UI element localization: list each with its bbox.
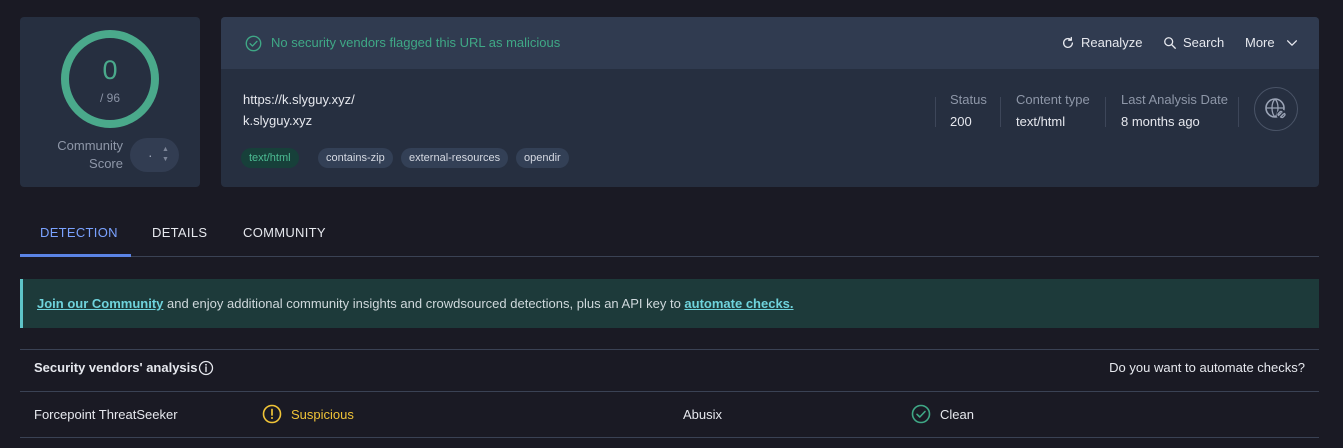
automate-checks-prompt[interactable]: Do you want to automate checks?: [1109, 360, 1305, 375]
stepper-up-icon[interactable]: ▲: [162, 146, 169, 153]
join-community-link[interactable]: Join our Community: [37, 296, 163, 311]
check-circle-icon: [911, 404, 931, 424]
vendors-divider: [20, 349, 1319, 350]
vendors-section-title: Security vendors' analysis: [34, 360, 198, 375]
more-dropdown[interactable]: More: [1245, 35, 1299, 50]
vendors-divider: [20, 437, 1319, 438]
tag-chip[interactable]: opendir: [516, 148, 569, 168]
analyzed-url: https://k.slyguy.xyz/: [243, 92, 355, 107]
search-button[interactable]: Search: [1163, 35, 1224, 50]
verdict-banner: No security vendors flagged this URL as …: [221, 17, 1319, 69]
vendor-verdict: Clean: [940, 407, 974, 422]
join-community-middle-text: and enjoy additional community insights …: [163, 296, 685, 311]
meta-content-type: Content type text/html: [1016, 92, 1090, 129]
url-info-panel: No security vendors flagged this URL as …: [221, 17, 1319, 187]
stepper-down-icon[interactable]: ▼: [162, 156, 169, 163]
meta-divider: [935, 97, 936, 127]
automate-checks-link[interactable]: automate checks.: [684, 296, 793, 311]
vendor-name: Abusix: [683, 407, 723, 422]
tag-chip[interactable]: external-resources: [401, 148, 509, 168]
verdict-status-text: No security vendors flagged this URL as …: [271, 35, 561, 50]
community-score-label: Community Score: [57, 138, 123, 171]
status-label: Status: [950, 92, 987, 107]
more-label: More: [1245, 35, 1275, 50]
join-community-text: Join our Community and enjoy additional …: [37, 296, 794, 311]
warning-circle-icon: [262, 404, 282, 424]
tab-details[interactable]: DETAILS: [152, 225, 207, 240]
tabs-divider: [20, 256, 1319, 257]
detection-score-total: / 96: [99, 91, 120, 105]
meta-divider: [1105, 97, 1106, 127]
detection-score-value: 0: [102, 55, 118, 85]
content-type-value: text/html: [1016, 114, 1066, 129]
tag-chip[interactable]: text/html: [241, 148, 299, 168]
check-circle-icon: [245, 35, 262, 52]
meta-divider: [1000, 97, 1001, 127]
active-tab-indicator: [20, 254, 131, 257]
vendor-verdict: Suspicious: [291, 407, 354, 422]
tab-community[interactable]: COMMUNITY: [243, 225, 326, 240]
detection-score-card: 0 / 96 Community Score · ▲ ▼: [20, 17, 200, 187]
meta-status: Status 200: [950, 92, 987, 129]
globe-link-icon: [1265, 98, 1287, 120]
reanalyze-button[interactable]: Reanalyze: [1061, 35, 1142, 50]
last-analysis-value: 8 months ago: [1121, 114, 1200, 129]
meta-divider: [1238, 97, 1239, 127]
tag-chip[interactable]: contains-zip: [318, 148, 393, 168]
search-label: Search: [1183, 35, 1225, 50]
join-community-banner: Join our Community and enjoy additional …: [20, 279, 1319, 328]
reanalyze-label: Reanalyze: [1081, 35, 1143, 50]
community-score-value: ·: [148, 147, 153, 163]
content-type-label: Content type: [1016, 92, 1090, 107]
search-icon: [1164, 36, 1176, 49]
info-icon[interactable]: [198, 360, 214, 376]
meta-last-analysis: Last Analysis Date 8 months ago: [1121, 92, 1228, 129]
refresh-icon: [1062, 36, 1074, 48]
vendor-name: Forcepoint ThreatSeeker: [34, 407, 178, 422]
community-score-stepper[interactable]: · ▲ ▼: [130, 138, 179, 172]
last-analysis-label: Last Analysis Date: [1121, 92, 1228, 107]
url-graph-button[interactable]: [1254, 87, 1298, 131]
vendors-divider: [20, 391, 1319, 392]
tab-detection[interactable]: DETECTION: [40, 225, 118, 240]
analyzed-host[interactable]: k.slyguy.xyz: [243, 113, 312, 128]
chevron-down-icon: [1286, 39, 1297, 46]
status-value: 200: [950, 114, 972, 129]
